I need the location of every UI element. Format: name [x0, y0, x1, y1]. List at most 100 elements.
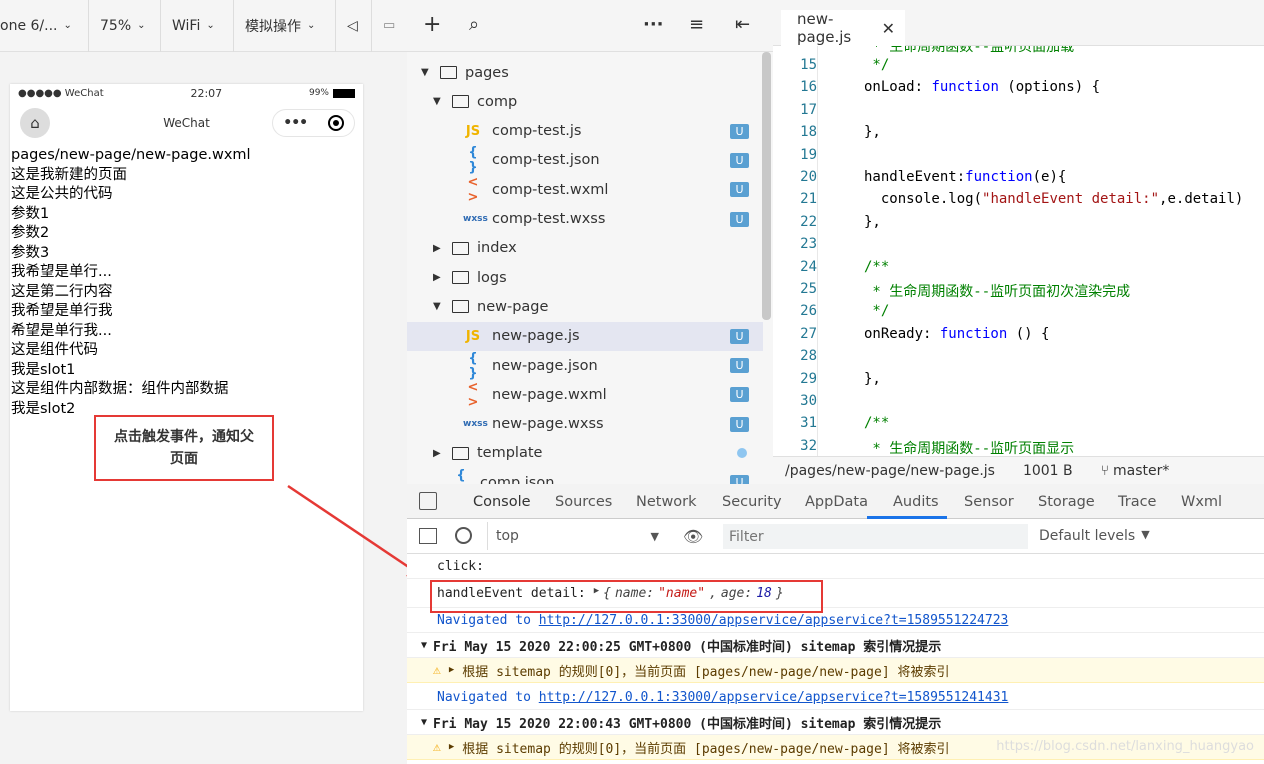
line-number: 26 — [800, 303, 817, 320]
navigated-url[interactable]: http://127.0.0.1:33000/appservice/appser… — [539, 613, 1009, 628]
chevron-down-icon: ⌄ — [206, 20, 215, 31]
tab-trace[interactable]: Trace — [1118, 494, 1156, 510]
chevron-down-icon[interactable]: ▼ — [433, 96, 441, 107]
navigated-url[interactable]: http://127.0.0.1:33000/appservice/appser… — [539, 690, 1009, 705]
chevron-down-icon[interactable]: ▼ — [433, 301, 441, 312]
collapse-icon[interactable]: ≡ — [689, 14, 704, 35]
branch-label: master* — [1113, 462, 1170, 479]
group-title: Fri May 15 2020 22:00:25 GMT+0800 (中国标准时… — [433, 639, 942, 655]
line-number: 27 — [800, 325, 817, 342]
page-text-line: 参数1 — [11, 205, 50, 222]
tab-new-page-js[interactable]: new-page.js ✕ — [781, 10, 905, 46]
json-file-icon: { } — [468, 145, 478, 176]
code-line: }, — [864, 213, 881, 230]
code-editor[interactable]: * 生命周期函数--监听页面加载 15 */ 16 onLoad: function … — [773, 46, 1264, 456]
tree-item-comp-test-wxss[interactable]: wxss comp-test.wxss U — [407, 205, 763, 234]
volume-button[interactable]: ◁ — [336, 0, 372, 52]
page-text-line: 这是我新建的页面 — [11, 166, 127, 183]
line-number: 20 — [800, 169, 817, 185]
simulator-toolbar: one 6/... ⌄ 75% ⌄ WiFi ⌄ 模拟操作 ⌄ ◁ ▭ — [0, 0, 407, 52]
tree-item-label: pages — [465, 64, 509, 81]
console-group[interactable]: ▼ Fri May 15 2020 22:00:25 GMT+0800 (中国标准… — [407, 633, 1264, 658]
tree-item-logs[interactable]: ▶ logs — [407, 263, 763, 292]
console-group[interactable]: ▼ Fri May 15 2020 22:00:43 GMT+0800 (中国标准… — [407, 710, 1264, 735]
console-line: click: — [407, 554, 1264, 579]
levels-select[interactable]: Default levels ▼ — [1039, 528, 1150, 544]
add-icon[interactable]: + — [423, 12, 441, 37]
menu-capsule[interactable]: ••• — [272, 109, 355, 137]
tree-item-index[interactable]: ▶ index — [407, 234, 763, 263]
wxml-file-icon: < > — [467, 379, 479, 410]
carrier: ●●●●● WeChat — [18, 87, 104, 99]
device-label: one 6/... — [0, 17, 58, 34]
tree-scrollbar[interactable] — [762, 52, 771, 320]
code-line: /** — [864, 258, 890, 275]
expanded-arrow-icon: ▼ — [421, 639, 428, 651]
clear-console-icon[interactable] — [455, 527, 472, 544]
operation-select[interactable]: 模拟操作 ⌄ — [234, 0, 336, 52]
more-icon[interactable]: ··· — [643, 14, 664, 35]
zoom-select[interactable]: 75% ⌄ — [89, 0, 161, 52]
tree-item-comp-test-wxml[interactable]: < > comp-test.wxml U — [407, 175, 763, 205]
page-text-line: 我希望是单行我 — [11, 303, 113, 319]
tab-sensor[interactable]: Sensor — [964, 494, 1014, 510]
expand-icon[interactable]: ▶ — [449, 742, 454, 752]
page-content: pages/new-page/new-page.wxml 这是我新建的页面 这是公共… — [11, 146, 251, 419]
tab-console[interactable]: Console — [473, 494, 531, 510]
network-select[interactable]: WiFi ⌄ — [161, 0, 234, 52]
tree-item-new-page-js[interactable]: JS new-page.js U — [407, 321, 763, 351]
line-number: 17 — [800, 101, 817, 118]
tree-item-comp-test-js[interactable]: JS comp-test.js U — [407, 117, 763, 146]
chevron-right-icon[interactable]: ▶ — [433, 272, 441, 283]
chevron-right-icon[interactable]: ▶ — [433, 243, 441, 254]
tree-item-comp-json[interactable]: { } comp.json U — [407, 468, 763, 484]
console-toolbar: top ▼ 👁 Default levels ▼ — [407, 519, 1264, 554]
line-number: 28 — [800, 348, 817, 365]
chevron-down-icon[interactable]: ▼ — [421, 67, 429, 78]
tab-appdata[interactable]: AppData — [805, 494, 868, 510]
tab-security[interactable]: Security — [722, 494, 782, 510]
code-line: */ — [864, 303, 890, 320]
tab-storage[interactable]: Storage — [1038, 494, 1095, 510]
tab-wxml[interactable]: Wxml — [1181, 494, 1222, 510]
zoom-label: 75% — [100, 17, 132, 34]
battery-level: 99% — [308, 88, 329, 98]
warning-text: 根据 sitemap 的规则[0]，当前页面 [pages/new-page/n… — [462, 741, 950, 757]
group-title: Fri May 15 2020 22:00:43 GMT+0800 (中国标准时… — [433, 716, 942, 732]
window-button[interactable]: ▭ — [372, 0, 407, 52]
trigger-event-button[interactable]: 点击触发事件，通知父页面 — [94, 415, 274, 481]
tree-item-label: comp — [477, 93, 518, 110]
close-icon[interactable]: ✕ — [882, 19, 895, 38]
tree-item-new-page-wxml[interactable]: < > new-page.wxml U — [407, 379, 763, 410]
folder-open-icon — [440, 66, 457, 79]
editor-status-bar: /pages/new-page/new-page.js 1001 B ⑂ mast… — [773, 456, 1264, 484]
eye-icon[interactable]: 👁 — [683, 527, 703, 546]
tree-item-new-page-json[interactable]: { } new-page.json U — [407, 351, 763, 381]
device-select[interactable]: one 6/... ⌄ — [0, 0, 89, 52]
filter-input[interactable] — [723, 524, 1028, 549]
tree-item-label: logs — [477, 269, 507, 286]
expand-icon[interactable]: ▶ — [449, 665, 454, 675]
context-select[interactable]: top ▼ — [487, 522, 667, 550]
tree-item-template[interactable]: ▶ template — [407, 439, 763, 468]
more-icon[interactable]: ••• — [283, 115, 308, 131]
tree-item-pages[interactable]: ▼ pages — [407, 58, 763, 87]
tab-audits[interactable]: Audits — [893, 494, 939, 510]
tree-item-comp-test-json[interactable]: { } comp-test.json U — [407, 145, 763, 176]
tree-item-new-page[interactable]: ▼ new-page — [407, 292, 763, 321]
speaker-icon: ◁ — [347, 17, 358, 34]
tab-network[interactable]: Network — [636, 494, 697, 510]
js-file-icon: JS — [465, 123, 481, 139]
tree-item-comp[interactable]: ▼ comp — [407, 87, 763, 116]
git-branch[interactable]: ⑂ master* — [1101, 463, 1170, 479]
close-target-icon[interactable] — [327, 115, 344, 131]
tab-sources[interactable]: Sources — [555, 494, 612, 510]
inspect-icon[interactable] — [419, 492, 437, 510]
sidebar-toggle-icon[interactable] — [419, 528, 437, 544]
watermark: https://blog.csdn.net/lanxing_huangyao — [996, 739, 1254, 754]
chevron-right-icon[interactable]: ▶ — [433, 448, 441, 459]
search-icon[interactable]: ⌕ — [469, 14, 479, 35]
chevron-down-icon: ⌄ — [307, 20, 316, 31]
split-icon[interactable]: ⇤ — [735, 14, 750, 35]
tree-item-new-page-wxss[interactable]: wxss new-page.wxss U — [407, 410, 763, 439]
